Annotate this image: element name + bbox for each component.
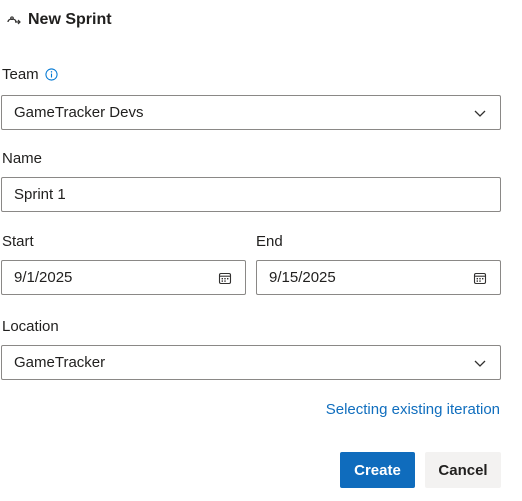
create-button[interactable]: Create [340, 452, 415, 488]
info-icon[interactable] [45, 67, 59, 82]
name-input[interactable]: Sprint 1 [1, 177, 501, 212]
location-label: Location [2, 318, 59, 335]
chevron-down-icon [472, 355, 488, 371]
team-label: Team [2, 66, 39, 83]
name-value: Sprint 1 [14, 186, 66, 203]
chevron-down-icon [472, 105, 488, 121]
calendar-icon[interactable] [472, 270, 488, 286]
name-label-row: Name [2, 150, 42, 167]
team-dropdown[interactable]: GameTracker Devs [1, 95, 501, 130]
start-date-field[interactable]: 9/1/2025 [1, 260, 246, 295]
new-sprint-panel: New Sprint Team GameTracker Devs Name Sp… [0, 0, 522, 501]
team-label-row: Team [2, 66, 59, 83]
location-label-row: Location [2, 318, 59, 335]
calendar-icon[interactable] [217, 270, 233, 286]
start-label-row: Start [2, 233, 34, 250]
location-value: GameTracker [14, 354, 106, 371]
panel-title: New Sprint [28, 11, 112, 28]
start-value: 9/1/2025 [14, 269, 73, 286]
end-label: End [256, 233, 283, 250]
name-label: Name [2, 150, 43, 167]
end-label-row: End [256, 233, 283, 250]
team-value: GameTracker Devs [14, 104, 144, 121]
end-value: 9/15/2025 [269, 269, 336, 286]
start-label: Start [2, 233, 34, 250]
end-date-field[interactable]: 9/15/2025 [256, 260, 501, 295]
sprint-icon [4, 10, 24, 30]
cancel-button[interactable]: Cancel [425, 452, 501, 488]
location-dropdown[interactable]: GameTracker [1, 345, 501, 380]
select-existing-iteration-link[interactable]: Selecting existing iteration [326, 401, 500, 418]
panel-header: New Sprint [4, 8, 112, 32]
